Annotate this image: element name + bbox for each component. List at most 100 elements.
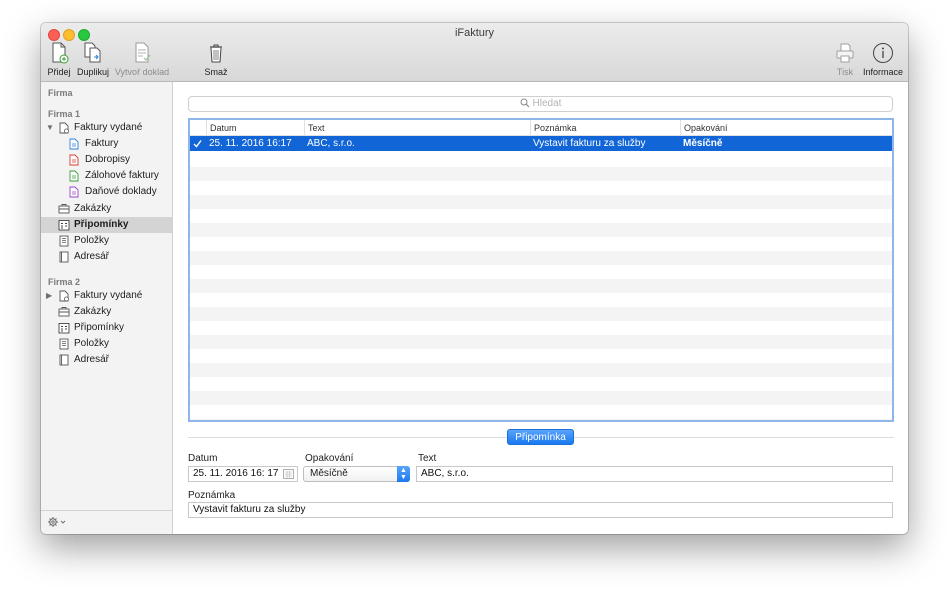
sidebar-item-pripominky-2[interactable]: Připomínky — [41, 320, 172, 336]
new-document-icon — [52, 42, 69, 64]
info-label: Informace — [862, 67, 904, 77]
sidebar-item-faktury-vydane-2[interactable]: ▶ Faktury vydané — [41, 288, 172, 304]
sidebar-item-label: Zakázky — [74, 203, 112, 214]
print-label: Tisk — [836, 67, 854, 77]
reminder-section-button[interactable]: Připomínka — [507, 429, 574, 445]
invoice-folder-icon — [59, 290, 69, 302]
create-document-label: Vytvoř doklad — [114, 67, 170, 77]
sidebar-header: Firma — [48, 88, 73, 98]
reminder-calendar-icon — [58, 323, 70, 334]
reminders-table[interactable]: Datum Text Poznámka Opakování 25. 11. 20… — [188, 118, 894, 422]
briefcase-icon — [58, 204, 70, 214]
sidebar-item-dobropisy[interactable]: Dobropisy — [41, 152, 172, 168]
address-book-icon — [59, 251, 69, 263]
sidebar-item-zalohove-faktury[interactable]: Zálohové faktury — [41, 168, 172, 184]
delete-button[interactable]: Smaž — [204, 42, 228, 80]
sidebar-group-firma-1: Firma 1 — [48, 109, 81, 119]
cell-poznamka: Vystavit fakturu za služby — [533, 138, 646, 149]
column-header-datum[interactable]: Datum — [206, 120, 304, 136]
advance-invoice-icon — [69, 170, 79, 182]
chevron-updown-icon: ▲ ▼ — [397, 466, 410, 482]
sidebar-item-label: Zálohové faktury — [85, 170, 159, 181]
title-bar: iFaktury Přidej Duplikuj Vytvoř doklad S… — [41, 23, 908, 82]
sidebar-item-label: Připomínky — [74, 219, 129, 230]
invoice-folder-icon — [59, 122, 69, 134]
app-window: iFaktury Přidej Duplikuj Vytvoř doklad S… — [41, 23, 908, 534]
poznamka-value: Vystavit fakturu za služby — [193, 504, 306, 515]
table-header: Datum Text Poznámka Opakování — [190, 120, 892, 136]
sidebar-item-label: Položky — [74, 338, 110, 349]
text-field[interactable]: ABC, s.r.o. — [416, 466, 893, 482]
delete-label: Smaž — [204, 67, 228, 77]
cell-datum: 25. 11. 2016 16:17 — [209, 138, 292, 149]
sidebar-item-label: Faktury — [85, 138, 119, 149]
sidebar-item-adresar-1[interactable]: Adresář — [41, 249, 172, 265]
poznamka-label: Poznámka — [188, 490, 236, 501]
info-icon — [873, 43, 893, 63]
sidebar-item-pripominky-1[interactable]: Připomínky — [41, 217, 172, 233]
cell-text: ABC, s.r.o. — [307, 138, 355, 149]
table-row[interactable]: 25. 11. 2016 16:17 ABC, s.r.o. Vystavit … — [190, 136, 892, 151]
add-button[interactable]: Přidej — [47, 42, 71, 80]
duplicate-label: Duplikuj — [76, 67, 109, 77]
sidebar-item-label: Faktury vydané — [74, 122, 143, 133]
duplicate-button[interactable]: Duplikuj — [76, 42, 110, 80]
sidebar-item-label: Položky — [74, 235, 110, 246]
invoice-icon — [69, 138, 79, 150]
column-header-text[interactable]: Text — [304, 120, 530, 136]
create-document-icon — [135, 42, 151, 63]
sidebar-item-faktury[interactable]: Faktury — [41, 136, 172, 152]
sidebar-item-label: Daňové doklady — [85, 186, 157, 197]
tax-document-icon — [69, 186, 79, 198]
add-label: Přidej — [47, 67, 71, 77]
print-icon — [836, 43, 854, 63]
search-icon — [520, 98, 529, 108]
sidebar-item-label: Faktury vydané — [74, 290, 143, 301]
print-button[interactable]: Tisk — [834, 42, 856, 80]
column-header-poznamka[interactable]: Poznámka — [530, 120, 680, 136]
sidebar-item-faktury-vydane-1[interactable]: ▼ Faktury vydané — [41, 120, 172, 136]
cell-opakovani: Měsíčně — [683, 138, 723, 149]
sidebar-item-label: Připomínky — [74, 322, 125, 333]
window-title: iFaktury — [454, 27, 495, 39]
search-field[interactable]: Hledat — [188, 96, 893, 112]
sidebar-item-zakazky-2[interactable]: Zakázky — [41, 304, 172, 320]
create-document-button[interactable]: Vytvoř doklad — [113, 42, 171, 80]
sidebar-group-firma-2: Firma 2 — [48, 277, 81, 287]
sidebar-footer — [41, 510, 172, 534]
sidebar-item-danove-doklady[interactable]: Daňové doklady — [41, 184, 172, 200]
sidebar-item-adresar-2[interactable]: Adresář — [41, 352, 172, 368]
credit-note-icon — [69, 154, 79, 166]
briefcase-icon — [58, 307, 70, 317]
datum-field[interactable]: 25. 11. 2016 16: 17 — [188, 466, 298, 482]
sidebar-item-label: Zakázky — [74, 306, 112, 317]
poznamka-field[interactable]: Vystavit fakturu za služby — [188, 502, 893, 518]
datum-label: Datum — [188, 453, 218, 464]
opakovani-value: Měsíčně — [310, 468, 348, 479]
sidebar: Firma Firma 1 ▼ Faktury vydané Faktury D… — [41, 82, 173, 534]
items-list-icon — [59, 235, 69, 247]
checkmark-icon[interactable] — [193, 139, 202, 148]
trash-icon — [210, 44, 222, 63]
text-value: ABC, s.r.o. — [421, 468, 469, 479]
info-button[interactable]: Informace — [861, 42, 905, 80]
reminder-calendar-icon — [58, 220, 70, 231]
datum-value: 25. 11. 2016 16: 17 — [193, 468, 279, 479]
address-book-icon — [59, 354, 69, 366]
search-placeholder: Hledat — [532, 98, 562, 109]
disclosure-triangle-expanded-icon[interactable]: ▼ — [46, 124, 54, 132]
column-header-opakovani[interactable]: Opakování — [680, 120, 892, 136]
opakovani-label: Opakování — [305, 453, 354, 464]
sidebar-item-label: Adresář — [74, 251, 110, 262]
disclosure-triangle-collapsed-icon[interactable]: ▶ — [46, 292, 52, 300]
items-list-icon — [59, 338, 69, 350]
gear-menu-icon[interactable] — [47, 516, 69, 528]
calendar-icon[interactable] — [283, 469, 294, 479]
duplicate-icon — [84, 42, 101, 63]
opakovani-select[interactable]: Měsíčně ▲ ▼ — [303, 466, 410, 482]
sidebar-item-polozky-2[interactable]: Položky — [41, 336, 172, 352]
sidebar-item-polozky-1[interactable]: Položky — [41, 233, 172, 249]
sidebar-item-label: Adresář — [74, 354, 110, 365]
sidebar-item-zakazky-1[interactable]: Zakázky — [41, 201, 172, 217]
sidebar-item-label: Dobropisy — [85, 154, 131, 165]
